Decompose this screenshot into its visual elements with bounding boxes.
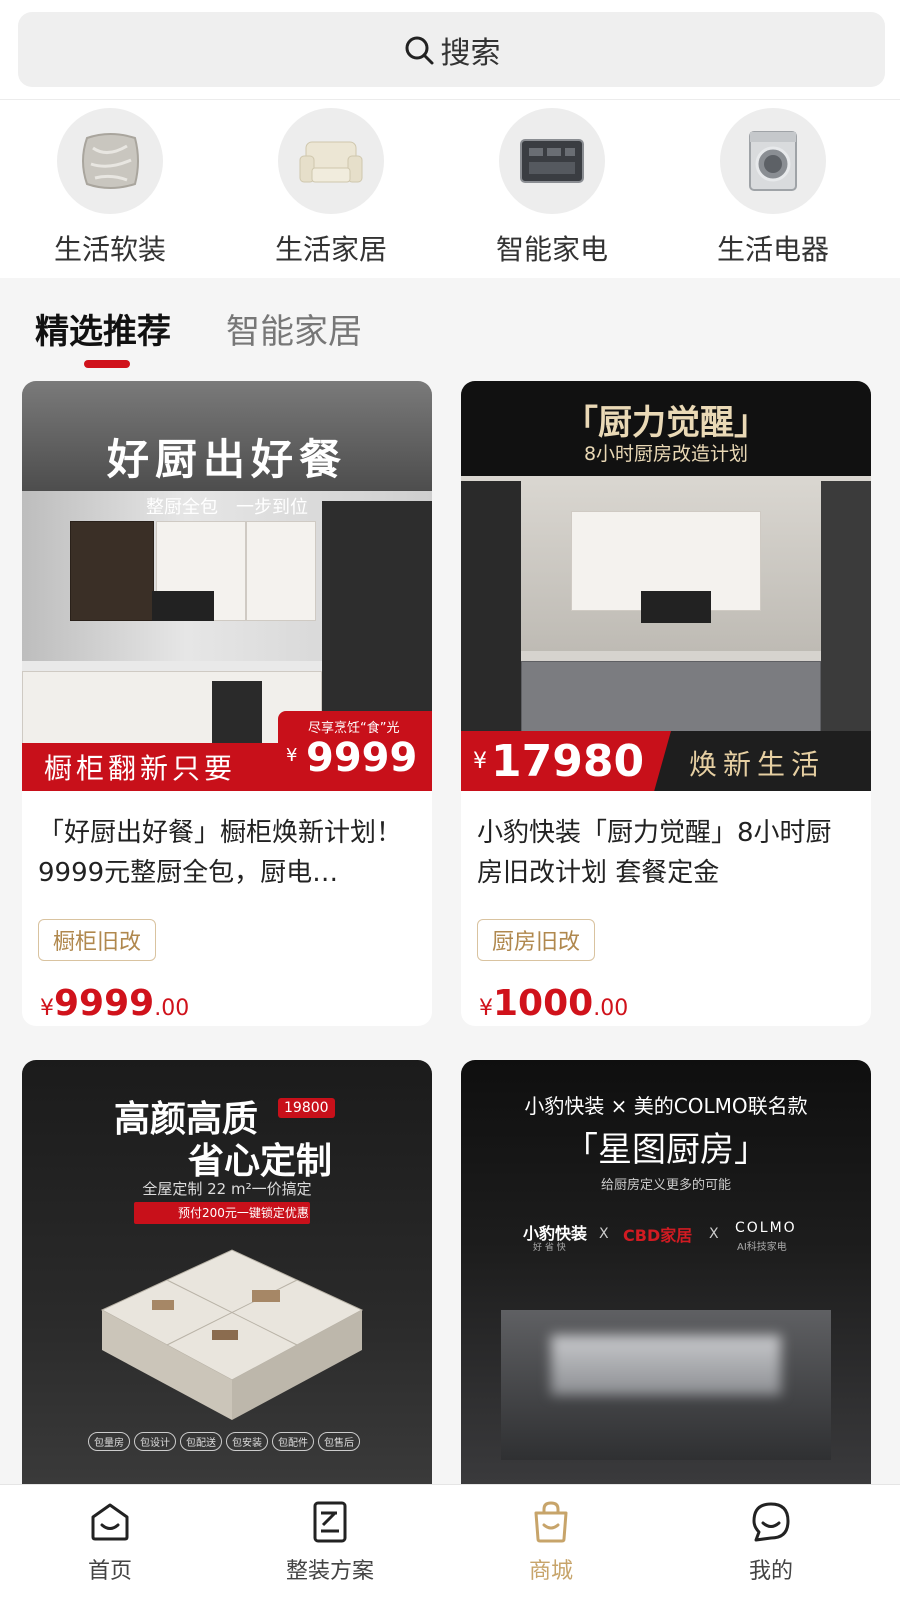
shopping-bag-icon	[528, 1499, 574, 1545]
chat-profile-icon	[748, 1499, 794, 1545]
bottom-navigation: 首页 整装方案 商城 我的	[0, 1484, 900, 1600]
service-pill: 包配件	[272, 1432, 314, 1451]
product-price: ¥1000.00	[479, 983, 628, 1024]
product-tag: 厨房旧改	[477, 919, 596, 961]
search-icon	[403, 34, 435, 66]
banner-headline-2: 省心定制	[188, 1141, 333, 1182]
banner-price-badge: 尽享烹饪“食”光 ¥ 9999	[278, 711, 432, 791]
product-image: 好厨出好餐 整厨全包 一步到位 橱柜翻新只要 尽享烹饪“食”光 ¥ 9999	[22, 381, 432, 791]
search-bar[interactable]: 搜索	[18, 12, 885, 87]
search-label: 搜索	[440, 35, 501, 71]
nav-label: 整装方案	[285, 1559, 374, 1584]
banner-subtitle: 给厨房定义更多的可能	[600, 1178, 731, 1193]
banner-price-badge: ¥ 17980	[461, 731, 671, 791]
category-item[interactable]: 生活电器	[673, 108, 873, 273]
service-pill: 包售后	[318, 1432, 360, 1451]
banner-currency: ¥	[473, 748, 487, 774]
product-image: 「厨力觉醒」 8小时厨房改造计划 ¥ 17980 焕新生活	[461, 381, 871, 791]
product-card[interactable]: 「厨力觉醒」 8小时厨房改造计划 ¥ 17980 焕新生活 小豹快装「厨力觉醒」…	[461, 381, 871, 1026]
product-price: ¥9999.00	[40, 983, 189, 1024]
banner-subtitle: 8小时厨房改造计划	[583, 443, 749, 465]
banner-promo: 预付200元一键锁定优惠	[134, 1202, 310, 1224]
brand-logo-3-sub: AI科技家电	[737, 1242, 787, 1253]
product-card[interactable]: 高颜高质 省心定制 19800 全屋定制 22 m²一价搞定 预付200元一键锁…	[22, 1060, 432, 1484]
banner-currency: ¥	[286, 745, 298, 766]
banner-headline: 「星图厨房」	[564, 1130, 768, 1170]
price-integer: 1000	[493, 983, 594, 1024]
service-pill: 包量房	[88, 1432, 130, 1451]
brand-logo-2: CBD家居	[623, 1226, 693, 1245]
service-pill: 包安装	[226, 1432, 268, 1451]
tab-smart-home[interactable]: 智能家居	[226, 304, 362, 353]
brand-logo-1-sub: 好 省 快	[533, 1243, 566, 1253]
product-card[interactable]: 小豹快装 × 美的COLMO联名款 「星图厨房」 给厨房定义更多的可能 小豹快装…	[461, 1060, 871, 1484]
price-decimal: .00	[593, 996, 629, 1021]
service-pill: 包配送	[180, 1432, 222, 1451]
service-pill: 包设计	[134, 1432, 176, 1451]
banner-price: 9999	[306, 735, 418, 781]
washing-machine-icon	[720, 108, 826, 214]
category-item[interactable]: 智能家电	[452, 108, 652, 273]
product-card[interactable]: 好厨出好餐 整厨全包 一步到位 橱柜翻新只要 尽享烹饪“食”光 ¥ 9999 「…	[22, 381, 432, 1026]
nav-label: 首页	[87, 1559, 132, 1584]
nav-home[interactable]: 首页	[50, 1499, 170, 1585]
smart-panel-icon	[499, 108, 605, 214]
category-label: 生活电器	[716, 233, 829, 266]
category-label: 生活软装	[53, 233, 166, 266]
light-glow	[551, 1335, 781, 1395]
product-title: 「好厨出好餐」橱柜焕新计划！9999元整厨全包，厨电…	[38, 818, 403, 888]
banner-ribbon: 橱柜翻新只要	[22, 743, 284, 791]
tab-bar: 精选推荐 智能家居	[0, 278, 900, 378]
home-icon	[87, 1499, 133, 1545]
banner-top: 小豹快装 × 美的COLMO联名款	[524, 1094, 808, 1118]
product-image: 小豹快装 × 美的COLMO联名款 「星图厨房」 给厨房定义更多的可能 小豹快装…	[461, 1060, 871, 1484]
tab-indicator	[84, 360, 130, 368]
document-icon	[307, 1499, 353, 1545]
armchair-icon	[278, 108, 384, 214]
tab-featured[interactable]: 精选推荐	[35, 304, 171, 353]
nav-plans[interactable]: 整装方案	[270, 1499, 390, 1585]
header: 搜索	[0, 0, 900, 100]
service-pill-list: 包量房 包设计 包配送 包安装 包配件 包售后	[88, 1432, 360, 1451]
banner-subtitle: 全屋定制 22 m²一价搞定	[142, 1180, 312, 1198]
nav-label: 我的	[748, 1559, 793, 1584]
banner-headline: 好厨出好餐	[106, 435, 347, 484]
product-title: 小豹快装「厨力觉醒」8小时厨房旧改计划 套餐定金	[477, 818, 832, 888]
banner-badge-text: 尽享烹饪“食”光	[308, 721, 400, 736]
brand-logo-3: COLMO	[735, 1220, 797, 1236]
price-decimal: .00	[154, 996, 190, 1021]
banner-price: 17980	[491, 735, 645, 787]
banner-subtitle: 整厨全包 一步到位	[146, 497, 308, 518]
product-image: 高颜高质 省心定制 19800 全屋定制 22 m²一价搞定 预付200元一键锁…	[22, 1060, 432, 1484]
nav-profile[interactable]: 我的	[711, 1499, 831, 1585]
banner-ribbon-text: 焕新生活	[689, 748, 826, 781]
floorplan-illustration	[100, 1249, 364, 1420]
category-item[interactable]: 生活家居	[231, 108, 431, 273]
category-item[interactable]: 生活软装	[10, 108, 210, 273]
nav-label: 商城	[528, 1559, 573, 1584]
brand-separator: X	[599, 1226, 609, 1242]
banner-badge: 19800	[278, 1098, 335, 1118]
category-row: 生活软装 生活家居 智能家电 生活电器	[0, 100, 900, 278]
nav-mall[interactable]: 商城	[491, 1499, 611, 1585]
brand-separator: X	[709, 1226, 719, 1242]
price-currency: ¥	[479, 996, 493, 1021]
price-integer: 9999	[54, 983, 155, 1024]
banner-headline: 「厨力觉醒」	[564, 403, 768, 443]
category-label: 生活家居	[274, 233, 387, 266]
category-label: 智能家电	[495, 233, 608, 266]
product-tag: 橱柜旧改	[38, 919, 157, 961]
pillow-icon	[57, 108, 163, 214]
price-currency: ¥	[40, 996, 54, 1021]
